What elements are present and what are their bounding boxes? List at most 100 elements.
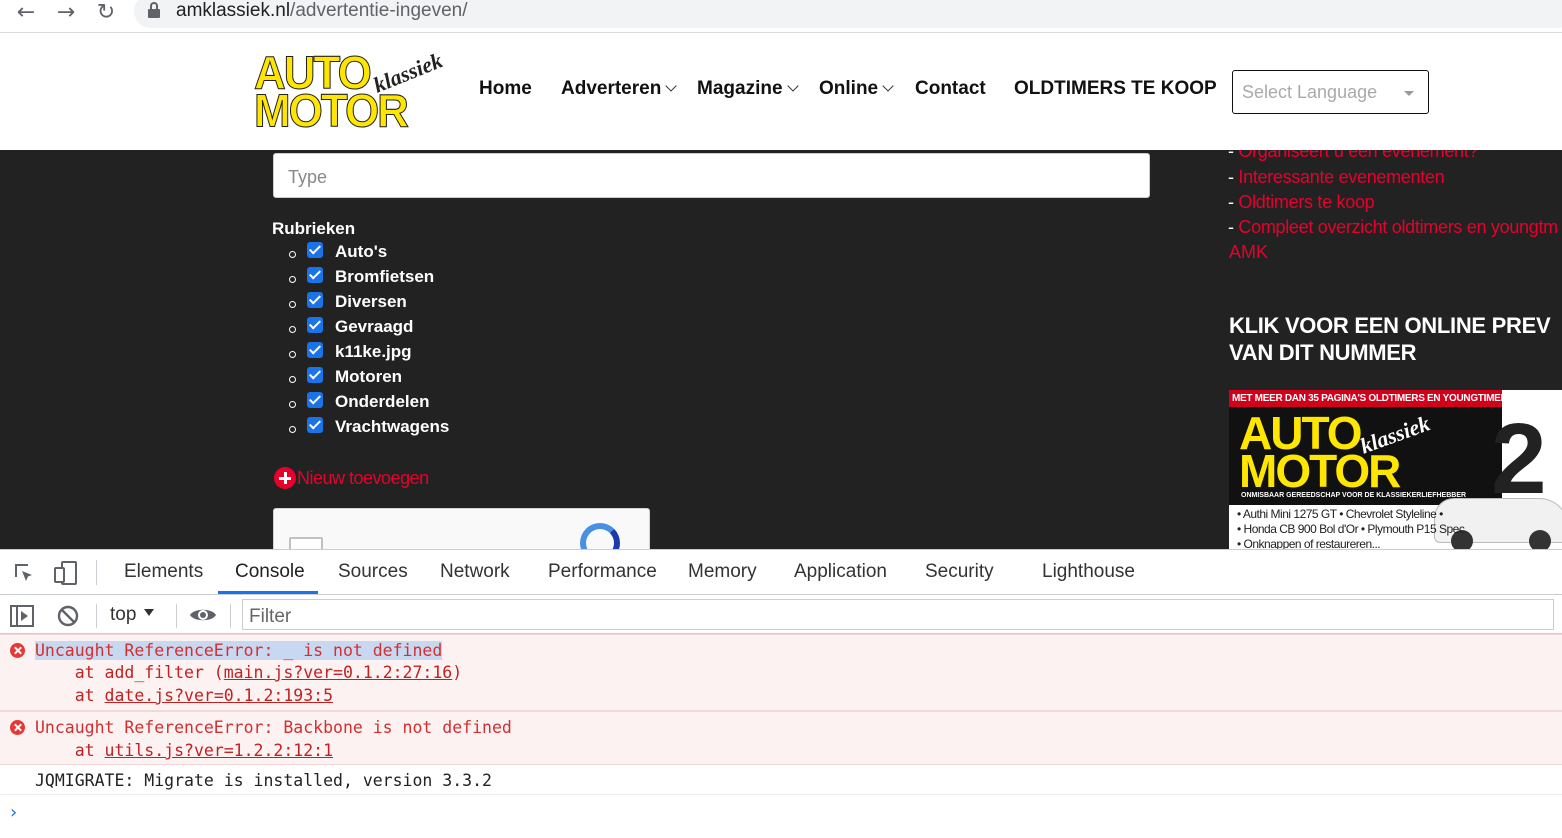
rubriek-checkbox[interactable] xyxy=(307,342,323,358)
sidebar-link-prefix: - xyxy=(1228,167,1239,187)
cover-line: • Authi Mini 1275 GT • Chevrolet Styleli… xyxy=(1237,507,1443,521)
stack-line: at date.js?ver=0.1.2:193:5 xyxy=(35,685,333,707)
rubriek-label[interactable]: Motoren xyxy=(335,367,402,387)
forward-button[interactable]: → xyxy=(52,0,80,25)
cover-subtitle: ONMISBAAR GEREEDSCHAP VOOR DE KLASSIEKER… xyxy=(1241,492,1467,499)
active-tab-indicator xyxy=(218,591,318,594)
sidebar-link[interactable]: - Organiseert u een evenement? xyxy=(1228,150,1478,162)
cover-contents: • Authi Mini 1275 GT • Chevrolet Styleli… xyxy=(1237,507,1465,549)
nav-magazine[interactable]: Magazine xyxy=(697,78,799,100)
nav-online[interactable]: Online xyxy=(819,78,894,100)
nav-home-label: Home xyxy=(479,78,532,99)
console-filter-input[interactable]: Filter xyxy=(242,599,1554,630)
sidebar-link-prefix: - xyxy=(1228,192,1239,212)
rubriek-label[interactable]: Onderdelen xyxy=(335,392,429,412)
lock-icon[interactable] xyxy=(148,2,160,18)
bullet-icon xyxy=(289,401,296,408)
tab-console[interactable]: Console xyxy=(235,561,305,583)
language-select[interactable]: Select Language xyxy=(1232,70,1429,114)
source-link[interactable]: date.js?ver=0.1.2:193:5 xyxy=(105,686,333,705)
rubriek-checkbox[interactable] xyxy=(307,267,323,283)
tab-sources[interactable]: Sources xyxy=(338,561,408,583)
sidebar-link-text: Organiseert u een evenement? xyxy=(1238,150,1479,161)
add-new-label: Nieuw toevoegen xyxy=(297,467,429,488)
device-toolbar-icon[interactable] xyxy=(53,560,79,586)
wheel-icon xyxy=(1529,530,1551,549)
rubriek-checkbox[interactable] xyxy=(307,242,323,258)
bullet-icon xyxy=(289,376,296,383)
tab-memory[interactable]: Memory xyxy=(688,561,757,583)
eye-icon[interactable] xyxy=(189,606,217,624)
log-text[interactable]: JQMIGRATE: Migrate is installed, version… xyxy=(35,770,492,792)
nav-online-label: Online xyxy=(819,78,879,99)
recaptcha-logo-icon xyxy=(580,523,620,549)
context-select[interactable]: top xyxy=(110,604,155,626)
error-icon xyxy=(10,643,25,658)
nav-home[interactable]: Home xyxy=(479,78,532,100)
back-button[interactable]: ← xyxy=(12,0,40,25)
tab-network[interactable]: Network xyxy=(440,561,510,583)
error-text[interactable]: Uncaught ReferenceError: Backbone is not… xyxy=(35,717,512,739)
source-link[interactable]: utils.js?ver=1.2.2:12:1 xyxy=(105,741,333,760)
console-prompt-icon[interactable]: › xyxy=(10,802,17,823)
tab-lighthouse[interactable]: Lighthouse xyxy=(1042,561,1135,583)
sidebar-heading-line1: KLIK VOOR EEN ONLINE PREV xyxy=(1229,313,1551,338)
rubriek-checkbox[interactable] xyxy=(307,292,323,308)
sidebar-heading: KLIK VOOR EEN ONLINE PREV VAN DIT NUMMER xyxy=(1229,312,1562,366)
rubriek-label[interactable]: Diversen xyxy=(335,292,407,312)
filter-placeholder: Filter xyxy=(249,606,292,627)
rubriek-checkbox[interactable] xyxy=(307,317,323,333)
add-new-rubriek-link[interactable]: Nieuw toevoegen xyxy=(274,467,429,489)
nav-contact[interactable]: Contact xyxy=(915,78,986,100)
rubriek-label[interactable]: Gevraagd xyxy=(335,317,413,337)
clear-console-icon[interactable] xyxy=(56,604,80,628)
stack-prefix: at add_filter ( xyxy=(35,663,224,682)
logo-line2: MOTOR xyxy=(254,85,410,138)
sidebar-amk-link[interactable]: AMK xyxy=(1229,242,1268,263)
nav-magazine-label: Magazine xyxy=(697,78,783,99)
error-text[interactable]: Uncaught ReferenceError: _ is not define… xyxy=(35,640,443,662)
type-input-placeholder: Type xyxy=(288,167,328,187)
rubriek-checkbox[interactable] xyxy=(307,367,323,383)
rubriek-label[interactable]: Bromfietsen xyxy=(335,267,434,287)
sidebar-link[interactable]: - Interessante evenementen xyxy=(1228,167,1445,188)
tab-security[interactable]: Security xyxy=(925,561,994,583)
rubriek-label[interactable]: Vrachtwagens xyxy=(335,417,449,437)
browser-toolbar: ← → ↻ amklassiek.nl/advertentie-ingeven/ xyxy=(0,0,1562,33)
console-log-message: JQMIGRATE: Migrate is installed, version… xyxy=(0,765,1562,795)
devtools-panel: Elements Console Sources Network Perform… xyxy=(0,549,1562,838)
sidebar-link[interactable]: - Oldtimers te koop xyxy=(1228,192,1375,213)
source-link[interactable]: main.js?ver=0.1.2:27:16 xyxy=(224,663,452,682)
sidebar-link[interactable]: - Compleet overzicht oldtimers en youngt… xyxy=(1228,217,1558,238)
type-input[interactable]: Type xyxy=(273,153,1150,198)
error-icon xyxy=(10,720,25,735)
arrow-left-icon: ← xyxy=(16,0,36,25)
sidebar-toggle-icon[interactable] xyxy=(10,605,34,627)
nav-oldtimers-te-koop[interactable]: OLDTIMERS TE KOOP xyxy=(1014,78,1217,100)
tab-application[interactable]: Application xyxy=(794,561,887,583)
site-logo[interactable]: AUTO MOTOR klassiek xyxy=(254,47,446,138)
bullet-icon xyxy=(289,276,296,283)
site-header: AUTO MOTOR klassiek Home Adverteren Maga… xyxy=(0,34,1562,150)
cover-banner: MET MEER DAN 35 PAGINA'S OLDTIMERS EN YO… xyxy=(1229,390,1559,407)
stack-prefix: at xyxy=(35,686,105,705)
reload-button[interactable]: ↻ xyxy=(92,0,120,25)
nav-adverteren[interactable]: Adverteren xyxy=(561,78,677,100)
plus-circle-icon xyxy=(274,467,296,489)
sidebar-heading-line2: VAN DIT NUMMER xyxy=(1229,340,1417,365)
caret-down-icon xyxy=(1404,91,1414,96)
cover-line: • Onknappen of restaureren... xyxy=(1237,537,1381,549)
logo-script: klassiek xyxy=(369,47,446,98)
recaptcha-checkbox[interactable] xyxy=(289,537,323,549)
url-text[interactable]: amklassiek.nl/advertentie-ingeven/ xyxy=(176,0,468,22)
error-message-text: Uncaught ReferenceError: _ is not define… xyxy=(35,641,443,660)
rubriek-label[interactable]: Auto's xyxy=(335,242,387,262)
inspect-element-icon[interactable] xyxy=(12,561,36,585)
tab-elements[interactable]: Elements xyxy=(124,561,203,583)
console-toolbar: top Filter xyxy=(0,596,1562,634)
magazine-cover-image[interactable]: MET MEER DAN 35 PAGINA'S OLDTIMERS EN YO… xyxy=(1229,390,1562,549)
rubriek-checkbox[interactable] xyxy=(307,392,323,408)
rubriek-label[interactable]: k11ke.jpg xyxy=(335,342,412,362)
rubriek-checkbox[interactable] xyxy=(307,417,323,433)
tab-performance[interactable]: Performance xyxy=(548,561,657,583)
